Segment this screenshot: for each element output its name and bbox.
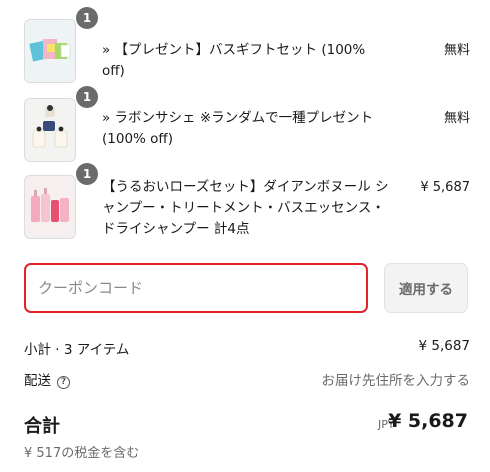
item-title: » ラボンサシェ ※ランダムで一種プレゼント (100% off) [102,110,374,147]
shipping-value: お届け先住所を入力する [321,373,471,389]
item-title: 【うるおいローズセット】ダイアンボヌール シャンプー・トリートメント・バスエッセ… [102,179,389,237]
shipping-label: 配送 [24,373,51,389]
quantity-badge: 1 [76,86,98,108]
item-title: » 【プレゼント】バスギフトセット (100% off) [102,42,366,79]
coupon-code-input[interactable] [24,263,368,313]
line-item: 1 【うるおいローズセット】ダイアンボヌール シャンプー・トリートメント・バスエ… [24,163,470,239]
product-thumbnail: 1 [24,163,98,239]
total-amount: ¥ 5,687 [388,410,468,432]
question-circle-icon[interactable]: ? [57,376,70,389]
apply-coupon-button[interactable]: 適用する [384,263,468,313]
quantity-badge: 1 [76,7,98,29]
subtotal-value: ¥ 5,687 [418,338,470,354]
shipping-row: 配送? お届け先住所を入力する [24,369,470,389]
item-price: 無料 [443,111,470,126]
product-thumbnail: 1 [24,7,98,83]
line-item: 1 » 【プレゼント】バスギフトセット (100% off) 無料 [24,7,470,83]
product-thumbnail: 1 [24,86,98,162]
item-price: ¥ 5,687 [420,180,470,195]
subtotal-row: 小計 · 3 アイテム ¥ 5,687 [24,338,470,358]
subtotal-label: 小計 · 3 アイテム [24,342,130,358]
total-label: 合計 [24,416,60,437]
sachet-image [25,99,75,161]
line-item: 1 » ラボンサシェ ※ランダムで一種プレゼント (100% off) 無料 [24,86,470,162]
bath-gift-set-image [25,20,75,82]
item-price: 無料 [443,43,470,58]
quantity-badge: 1 [76,163,98,185]
tax-note: ¥ 517の税金を含む [24,446,140,461]
rose-set-image [25,176,75,238]
